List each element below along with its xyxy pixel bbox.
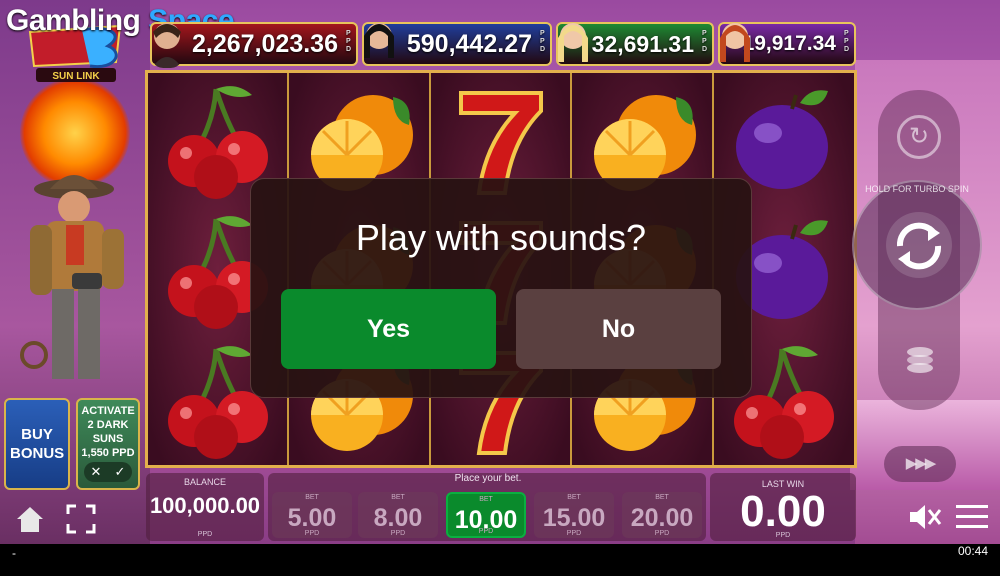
balance-currency: PPD (197, 531, 213, 538)
last-win-panel: LAST WIN 0.00 PPD (710, 473, 856, 541)
fullscreen-icon[interactable] (66, 504, 96, 534)
clock: 00:44 (957, 544, 988, 558)
jackpot-1-unit: PPD (346, 30, 352, 53)
balance-value: 100,000.00 (149, 493, 261, 518)
jackpot-2-unit: PPD (540, 30, 546, 53)
bet-label: BET (391, 494, 405, 501)
bet-label: BET (479, 496, 493, 503)
bet-label: BET (655, 494, 669, 501)
bottom-bar: BALANCE 100,000.00 PPD Place your bet. B… (0, 470, 1000, 544)
jackpot-4: 19,917.34 PPD (718, 22, 856, 66)
bet-value: 15.00 (542, 504, 606, 532)
last-win-value: 0.00 (740, 487, 826, 536)
place-bet-text: Place your bet. (454, 473, 522, 484)
dialog-title: Play with sounds? (355, 217, 647, 258)
spin-button[interactable] (852, 180, 982, 310)
jackpot-1: 2,267,023.36 PPD (150, 22, 358, 68)
bet-option-3[interactable]: BET 10.00 PPD (446, 492, 526, 538)
balance-label: BALANCE (183, 477, 227, 487)
jackpot-1-value: 2,267,023.36 (192, 29, 338, 58)
jackpot-2: 590,442.27 PPD (362, 22, 552, 66)
autoplay-button[interactable]: ↻ (897, 115, 941, 159)
bet-option-4[interactable]: BET 15.00 PPD (534, 492, 614, 538)
bet-label: BET (567, 494, 581, 501)
bet-currency: PPD (654, 530, 670, 537)
jackpot-avatar (558, 23, 588, 62)
bet-option-2[interactable]: BET 8.00 PPD (358, 492, 438, 538)
jackpot-3-value: 32,691.31 (591, 30, 694, 57)
status-bar: - 00:44 (0, 544, 1000, 576)
jackpot-avatar (364, 23, 394, 58)
balance-panel: BALANCE 100,000.00 PPD (146, 473, 264, 541)
bet-value: 8.00 (373, 504, 423, 532)
bet-value: 20.00 (630, 504, 694, 532)
watermark-part1: Gambling (6, 4, 141, 37)
jackpot-4-value: 19,917.34 (742, 32, 836, 55)
no-button[interactable]: No (516, 289, 721, 369)
bet-currency: PPD (566, 530, 582, 537)
jackpot-3-unit: PPD (702, 30, 708, 53)
activate-cost: 1,550 PPD (81, 447, 135, 459)
bet-currency: PPD (304, 530, 320, 537)
explorer-character (20, 175, 124, 379)
home-icon[interactable] (14, 504, 46, 534)
yes-button[interactable]: Yes (281, 289, 496, 369)
jackpot-4-unit: PPD (844, 30, 850, 53)
bet-option-5[interactable]: BET 20.00 PPD (622, 492, 702, 538)
sound-dialog: Play with sounds? Yes No (250, 178, 752, 398)
menu-icon[interactable] (956, 504, 988, 530)
buy-bonus-label: BUY BONUS (10, 426, 65, 462)
last-win-currency: PPD (775, 532, 791, 539)
bet-currency: PPD (478, 528, 494, 535)
bet-label: BET (305, 494, 319, 501)
autoplay-icon: ↻ (908, 123, 930, 150)
spin-arrows-icon (896, 222, 942, 270)
game-stage: SUN LINK Gambling Space 2,267,023.36 PPD… (0, 0, 1000, 544)
coins-icon[interactable] (896, 338, 944, 386)
bet-currency: PPD (390, 530, 406, 537)
status-left: - (12, 546, 16, 560)
jackpot-2-value: 590,442.27 (406, 29, 532, 58)
turbo-spin-hint: HOLD FOR TURBO SPIN (865, 184, 969, 194)
jackpot-avatar (152, 23, 182, 68)
jackpot-3: 32,691.31 PPD (556, 22, 714, 66)
activate-label: ACTIVATE 2 DARK SUNS (81, 405, 135, 445)
jackpot-avatar (720, 23, 750, 62)
bet-option-1[interactable]: BET 5.00 PPD (272, 492, 352, 538)
bet-value: 5.00 (287, 504, 337, 532)
game-logo-text: SUN LINK (52, 71, 100, 82)
sound-muted-icon[interactable] (908, 502, 942, 532)
